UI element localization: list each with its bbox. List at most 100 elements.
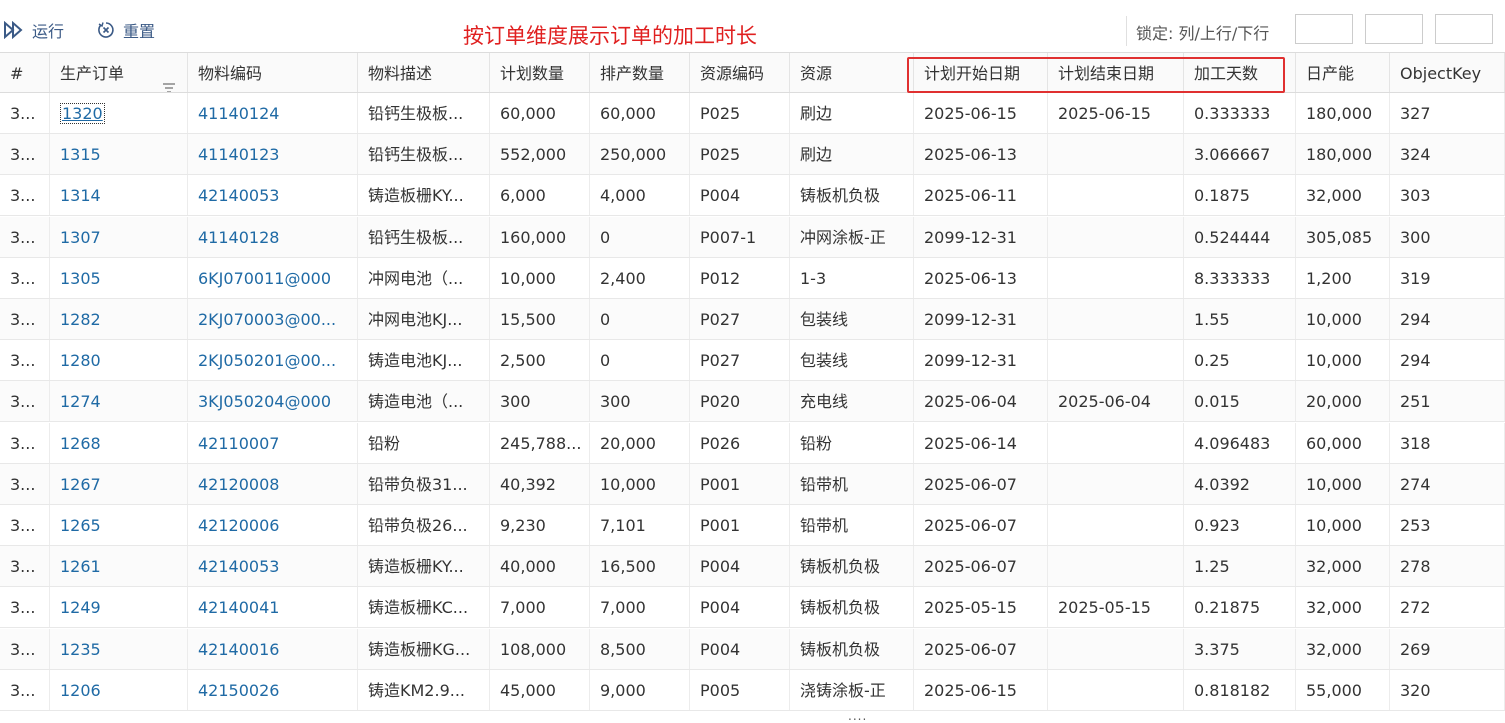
table-row[interactable]: 3... 1314 42140053 铸造板栅KY... 6,000 4,000 P004 铸…	[0, 175, 1505, 217]
cell-plan-end-date: 2025-06-15	[1048, 93, 1184, 133]
cell-material-code[interactable]: 42140053	[188, 175, 358, 216]
table-row[interactable]: 3... 1280 2KJ050201@00... 铸造电池KJ... 2,500 0 P0…	[0, 340, 1505, 382]
cell-value: 冲网涂板-正	[800, 227, 886, 247]
column-header-resource[interactable]: 资源	[790, 53, 914, 92]
cell-plan-qty: 40,000	[490, 546, 590, 587]
cell-value: 1280	[60, 351, 101, 371]
cell-daily-capacity: 55,000	[1296, 669, 1390, 710]
cell-value: 2025-06-15	[924, 104, 1017, 123]
column-header-resource-code[interactable]: 资源编码	[690, 53, 790, 92]
column-header-material-desc[interactable]: 物料描述	[358, 53, 490, 92]
cell-production-order[interactable]: 1249	[50, 587, 188, 628]
filter-icon[interactable]	[163, 67, 175, 92]
cell-production-order[interactable]: 1307	[50, 216, 188, 257]
column-header-object-key[interactable]: ObjectKey	[1390, 53, 1505, 92]
cell-material-desc: 铸造板栅KC...	[358, 587, 490, 628]
lock-bottom-rows-input[interactable]	[1435, 14, 1493, 44]
cell-value: 300	[600, 392, 631, 412]
cell-value: 2025-06-07	[924, 516, 1017, 535]
table-row[interactable]: 3... 1235 42140016 铸造板栅KG... 108,000 8,500 P00…	[0, 628, 1505, 670]
table-row[interactable]: 3... 1206 42150026 铸造KM2.9... 45,000 9,000 P00…	[0, 669, 1505, 711]
cell-production-order[interactable]: 1261	[50, 546, 188, 587]
column-header-material-code[interactable]: 物料编码	[188, 53, 358, 92]
cell-resource: 铅粉	[790, 422, 914, 463]
cell-plan-end-date	[1048, 463, 1184, 504]
cell-value: 318	[1400, 433, 1431, 453]
cell-material-code[interactable]: 42120006	[188, 505, 358, 545]
table-row[interactable]: 3... 1305 6KJ070011@000 冲网电池（... 10,000 2,400…	[0, 257, 1505, 299]
cell-sched-qty: 7,000	[590, 587, 690, 628]
cell-value: 0.1875	[1194, 186, 1250, 206]
cell-material-code[interactable]: 2KJ050201@00...	[188, 340, 358, 381]
column-header-plan-end-date[interactable]: 计划结束日期	[1048, 53, 1184, 92]
cell-production-order[interactable]: 1280	[50, 340, 188, 381]
cell-material-code[interactable]: 2KJ070003@00...	[188, 299, 358, 339]
cell-production-order[interactable]: 1235	[50, 628, 188, 669]
cell-sched-qty: 250,000	[590, 134, 690, 175]
lock-column-input[interactable]	[1295, 14, 1353, 44]
cell-value: P004	[700, 639, 741, 659]
column-header-production-order[interactable]: 生产订单	[50, 53, 188, 92]
table-row[interactable]: 3... 1249 42140041 铸造板栅KC... 7,000 7,000 P004 铸…	[0, 587, 1505, 629]
cell-value: 1265	[60, 516, 101, 535]
table-row[interactable]: 3... 1320 41140124 铅钙生极板... 60,000 60,000 P025…	[0, 93, 1505, 134]
cell-plan-start-date: 2025-05-15	[914, 587, 1048, 628]
cell-value: P027	[700, 351, 741, 371]
cell-production-order[interactable]: 1265	[50, 505, 188, 545]
cell-production-order[interactable]: 1314	[50, 175, 188, 216]
column-header-processing-days[interactable]: 加工天数	[1184, 53, 1296, 92]
table-row[interactable]: 3... 1268 42110007 铅粉 245,788... 20,000 P026 铅粉…	[0, 422, 1505, 464]
run-button[interactable]: 运行	[4, 18, 64, 42]
cell-material-code[interactable]: 41140123	[188, 134, 358, 175]
cell-production-order[interactable]: 1305	[50, 257, 188, 298]
table-row[interactable]: 3... 1274 3KJ050204@000 铸造电池（... 300 300 P020 充…	[0, 381, 1505, 423]
cell-value: 278	[1400, 557, 1431, 577]
cell-daily-capacity: 32,000	[1296, 175, 1390, 216]
cell-plan-qty: 108,000	[490, 628, 590, 669]
cell-material-desc: 铅钙生极板...	[358, 134, 490, 175]
cell-material-code[interactable]: 41140128	[188, 216, 358, 257]
cell-index: 3...	[0, 93, 50, 133]
column-header-sched-qty[interactable]: 排产数量	[590, 53, 690, 92]
cell-material-code[interactable]: 42120008	[188, 463, 358, 504]
cell-plan-end-date: 2025-05-15	[1048, 587, 1184, 628]
cell-production-order[interactable]: 1267	[50, 463, 188, 504]
cell-material-code[interactable]: 42110007	[188, 422, 358, 463]
cell-value: 3...	[10, 474, 36, 494]
cell-daily-capacity: 1,200	[1296, 257, 1390, 298]
table-row[interactable]: 3... 1307 41140128 铅钙生极板... 160,000 0 P007-1 冲网…	[0, 216, 1505, 258]
cell-material-code[interactable]: 6KJ070011@000	[188, 257, 358, 298]
column-header-daily-capacity[interactable]: 日产能	[1296, 53, 1390, 92]
reset-button[interactable]: 重置	[97, 18, 155, 42]
table-row[interactable]: 3... 1265 42120006 铅带负极26... 9,230 7,101 P001 铅…	[0, 505, 1505, 546]
cell-production-order[interactable]: 1315	[50, 134, 188, 175]
cell-production-order[interactable]: 1282	[50, 299, 188, 339]
cell-value: 1307	[60, 227, 101, 247]
cell-production-order[interactable]: 1274	[50, 381, 188, 422]
column-header-index[interactable]: #	[0, 53, 50, 92]
cell-production-order[interactable]: 1268	[50, 422, 188, 463]
cell-production-order[interactable]: 1320	[50, 93, 188, 133]
column-header-plan-qty[interactable]: 计划数量	[490, 53, 590, 92]
cell-value: 10,000	[1306, 351, 1362, 371]
cell-material-code[interactable]: 3KJ050204@000	[188, 381, 358, 422]
cell-value: 16,500	[600, 557, 656, 577]
cell-material-code[interactable]: 42140016	[188, 628, 358, 669]
cell-material-code[interactable]: 42140053	[188, 546, 358, 587]
cell-value: 2099-12-31	[924, 310, 1017, 329]
table-row[interactable]: 3... 1261 42140053 铸造板栅KY... 40,000 16,500 P00…	[0, 546, 1505, 588]
cell-resource-code: P001	[690, 505, 790, 545]
cell-value: 55,000	[1306, 680, 1362, 700]
cell-value: 552,000	[500, 145, 567, 165]
cell-material-code[interactable]: 42150026	[188, 669, 358, 710]
column-header-plan-start-date[interactable]: 计划开始日期	[914, 53, 1048, 92]
cell-plan-end-date: 2025-06-04	[1048, 381, 1184, 422]
cell-material-code[interactable]: 41140124	[188, 93, 358, 133]
lock-top-rows-input[interactable]	[1365, 14, 1423, 44]
cell-material-desc: 铅钙生极板...	[358, 216, 490, 257]
cell-material-code[interactable]: 42140041	[188, 587, 358, 628]
table-row[interactable]: 3... 1267 42120008 铅带负极31... 40,392 10,000 P00…	[0, 463, 1505, 505]
table-row[interactable]: 3... 1315 41140123 铅钙生极板... 552,000 250,000 P0…	[0, 134, 1505, 176]
table-row[interactable]: 3... 1282 2KJ070003@00... 冲网电池KJ... 15,500 0 P…	[0, 299, 1505, 340]
cell-production-order[interactable]: 1206	[50, 669, 188, 710]
